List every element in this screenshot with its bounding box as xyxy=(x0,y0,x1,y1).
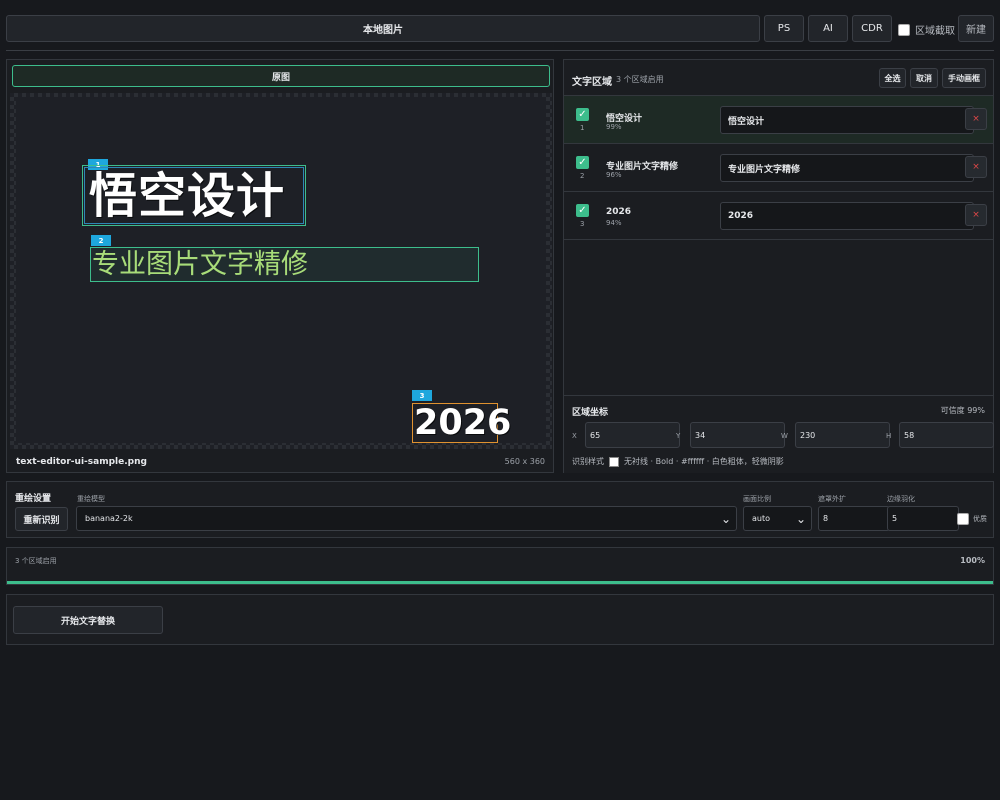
divider xyxy=(6,50,994,51)
detected-style: 识别样式 无衬线 · Bold · #ffffff · 白色粗体，轻微阴影 xyxy=(572,456,784,467)
chevron-down-icon: ⌄ xyxy=(795,512,806,526)
text-region-3[interactable]: 2026 xyxy=(412,403,511,443)
region-crop-label: 区域截取 xyxy=(915,26,955,37)
region-crop-toggle[interactable]: 区域截取 xyxy=(898,22,955,37)
y-label: Y xyxy=(676,432,681,440)
color-swatch xyxy=(609,456,619,467)
edge-feather-input[interactable]: 5 xyxy=(887,506,959,531)
chevron-down-icon: ⌄ xyxy=(720,512,731,526)
re-recognize-button[interactable]: 重新识别 xyxy=(15,507,68,531)
region-text-1: 悟空设计 xyxy=(89,168,286,224)
text-regions-header: 文字区域 3 个区域启用 全选 取消 手动画框 xyxy=(564,60,993,96)
progress-fill xyxy=(7,581,993,584)
region-confidence: 99% xyxy=(606,123,622,131)
model-select[interactable]: banana2-2k ⌄ xyxy=(76,506,737,531)
panel-title: 文字区域 xyxy=(572,77,612,88)
region-coordinates: 区域坐标 可信度 99% X 65 Y 34 W 230 H 58 识别样式 无… xyxy=(564,395,994,473)
progress-percent: 100% xyxy=(960,556,985,565)
image-area[interactable]: 1 悟空设计 2 专业图片文字精修 3 2026 xyxy=(16,97,546,443)
select-all-button[interactable]: 全选 xyxy=(879,68,906,88)
progress-bar xyxy=(7,581,993,584)
mask-expand-label: 遮罩外扩 xyxy=(818,495,846,503)
quality-checkbox[interactable] xyxy=(957,513,969,525)
region-badge-3: 3 xyxy=(412,390,432,401)
top-toolbar: 本地图片 PS AI CDR 区域截取 新建 xyxy=(6,14,994,42)
original-image-button[interactable]: 原图 xyxy=(12,65,550,87)
quality-toggle[interactable]: 优质 xyxy=(957,513,987,525)
ratio-value: auto xyxy=(752,514,771,523)
progress-label: 3 个区域启用 xyxy=(15,557,57,565)
ps-button[interactable]: PS xyxy=(764,15,804,42)
region-confidence: 94% xyxy=(606,219,622,227)
settings-title: 重绘设置 xyxy=(15,494,52,504)
w-input[interactable]: 230 xyxy=(795,422,890,448)
new-button[interactable]: 新建 xyxy=(958,15,994,42)
local-image-button[interactable]: 本地图片 xyxy=(6,15,760,42)
region-text-2: 专业图片文字精修 xyxy=(92,249,308,280)
w-label: W xyxy=(781,432,788,440)
start-replace-button[interactable]: 开始文字替换 xyxy=(13,606,163,634)
style-label: 识别样式 xyxy=(572,457,604,466)
ai-button[interactable]: AI xyxy=(808,15,848,42)
model-value: banana2-2k xyxy=(85,514,133,523)
region-text-input[interactable]: 2026 xyxy=(720,202,974,230)
region-badge-2: 2 xyxy=(91,235,111,246)
region-index: 2 xyxy=(580,172,585,180)
text-regions-panel: 文字区域 3 个区域启用 全选 取消 手动画框 ✓ 1 悟空设计 99% 悟空设… xyxy=(563,59,994,473)
region-index: 3 xyxy=(580,220,585,228)
region-confidence: 96% xyxy=(606,171,622,179)
coordinates-confidence: 可信度 99% xyxy=(940,406,985,415)
edge-feather-label: 边缘羽化 xyxy=(887,495,915,503)
ratio-select[interactable]: auto ⌄ xyxy=(743,506,812,531)
region-crop-checkbox[interactable] xyxy=(898,23,910,36)
start-panel: 开始文字替换 xyxy=(6,594,994,645)
file-name: text-editor-ui-sample.png xyxy=(16,457,147,467)
region-enabled-checkbox[interactable]: ✓ xyxy=(576,204,589,217)
redraw-settings: 重绘设置 重新识别 重绘模型 banana2-2k ⌄ 画面比例 auto ⌄ … xyxy=(6,481,994,538)
h-label: H xyxy=(886,432,892,440)
text-region-2[interactable]: 专业图片文字精修 xyxy=(90,247,479,282)
style-description: 无衬线 · Bold · #ffffff · 白色粗体，轻微阴影 xyxy=(624,457,784,466)
progress-panel: 3 个区域启用 100% xyxy=(6,547,994,585)
region-index: 1 xyxy=(580,124,585,132)
mask-expand-input[interactable]: 8 xyxy=(818,506,890,531)
delete-region-button[interactable]: × xyxy=(965,156,987,178)
region-text-3: 2026 xyxy=(414,403,512,443)
delete-region-button[interactable]: × xyxy=(965,204,987,226)
cancel-button[interactable]: 取消 xyxy=(910,68,938,88)
region-row[interactable]: ✓ 1 悟空设计 99% 悟空设计 × xyxy=(564,96,993,144)
region-text-input[interactable]: 专业图片文字精修 xyxy=(720,154,974,182)
manual-draw-button[interactable]: 手动画框 xyxy=(942,68,986,88)
region-enabled-checkbox[interactable]: ✓ xyxy=(576,156,589,169)
ratio-label: 画面比例 xyxy=(743,495,771,503)
delete-region-button[interactable]: × xyxy=(965,108,987,130)
model-label: 重绘模型 xyxy=(77,495,105,503)
region-row[interactable]: ✓ 3 2026 94% 2026 × xyxy=(564,192,993,240)
region-row[interactable]: ✓ 2 专业图片文字精修 96% 专业图片文字精修 × xyxy=(564,144,993,192)
region-label: 2026 xyxy=(606,207,632,217)
region-text-input[interactable]: 悟空设计 xyxy=(720,106,974,134)
image-canvas[interactable]: 1 悟空设计 2 专业图片文字精修 3 2026 xyxy=(10,93,552,449)
text-region-1[interactable]: 悟空设计 xyxy=(82,165,306,226)
enabled-count: 3 个区域启用 xyxy=(616,75,664,84)
image-dimensions: 560 x 360 xyxy=(504,457,545,466)
image-preview-panel: 原图 1 悟空设计 2 专业图片文字精修 3 2026 text-editor-… xyxy=(6,59,554,473)
h-input[interactable]: 58 xyxy=(899,422,994,448)
region-enabled-checkbox[interactable]: ✓ xyxy=(576,108,589,121)
coordinates-title: 区域坐标 xyxy=(572,408,609,418)
y-input[interactable]: 34 xyxy=(690,422,785,448)
cdr-button[interactable]: CDR xyxy=(852,15,892,42)
x-label: X xyxy=(572,432,577,440)
x-input[interactable]: 65 xyxy=(585,422,680,448)
quality-label: 优质 xyxy=(973,515,987,523)
